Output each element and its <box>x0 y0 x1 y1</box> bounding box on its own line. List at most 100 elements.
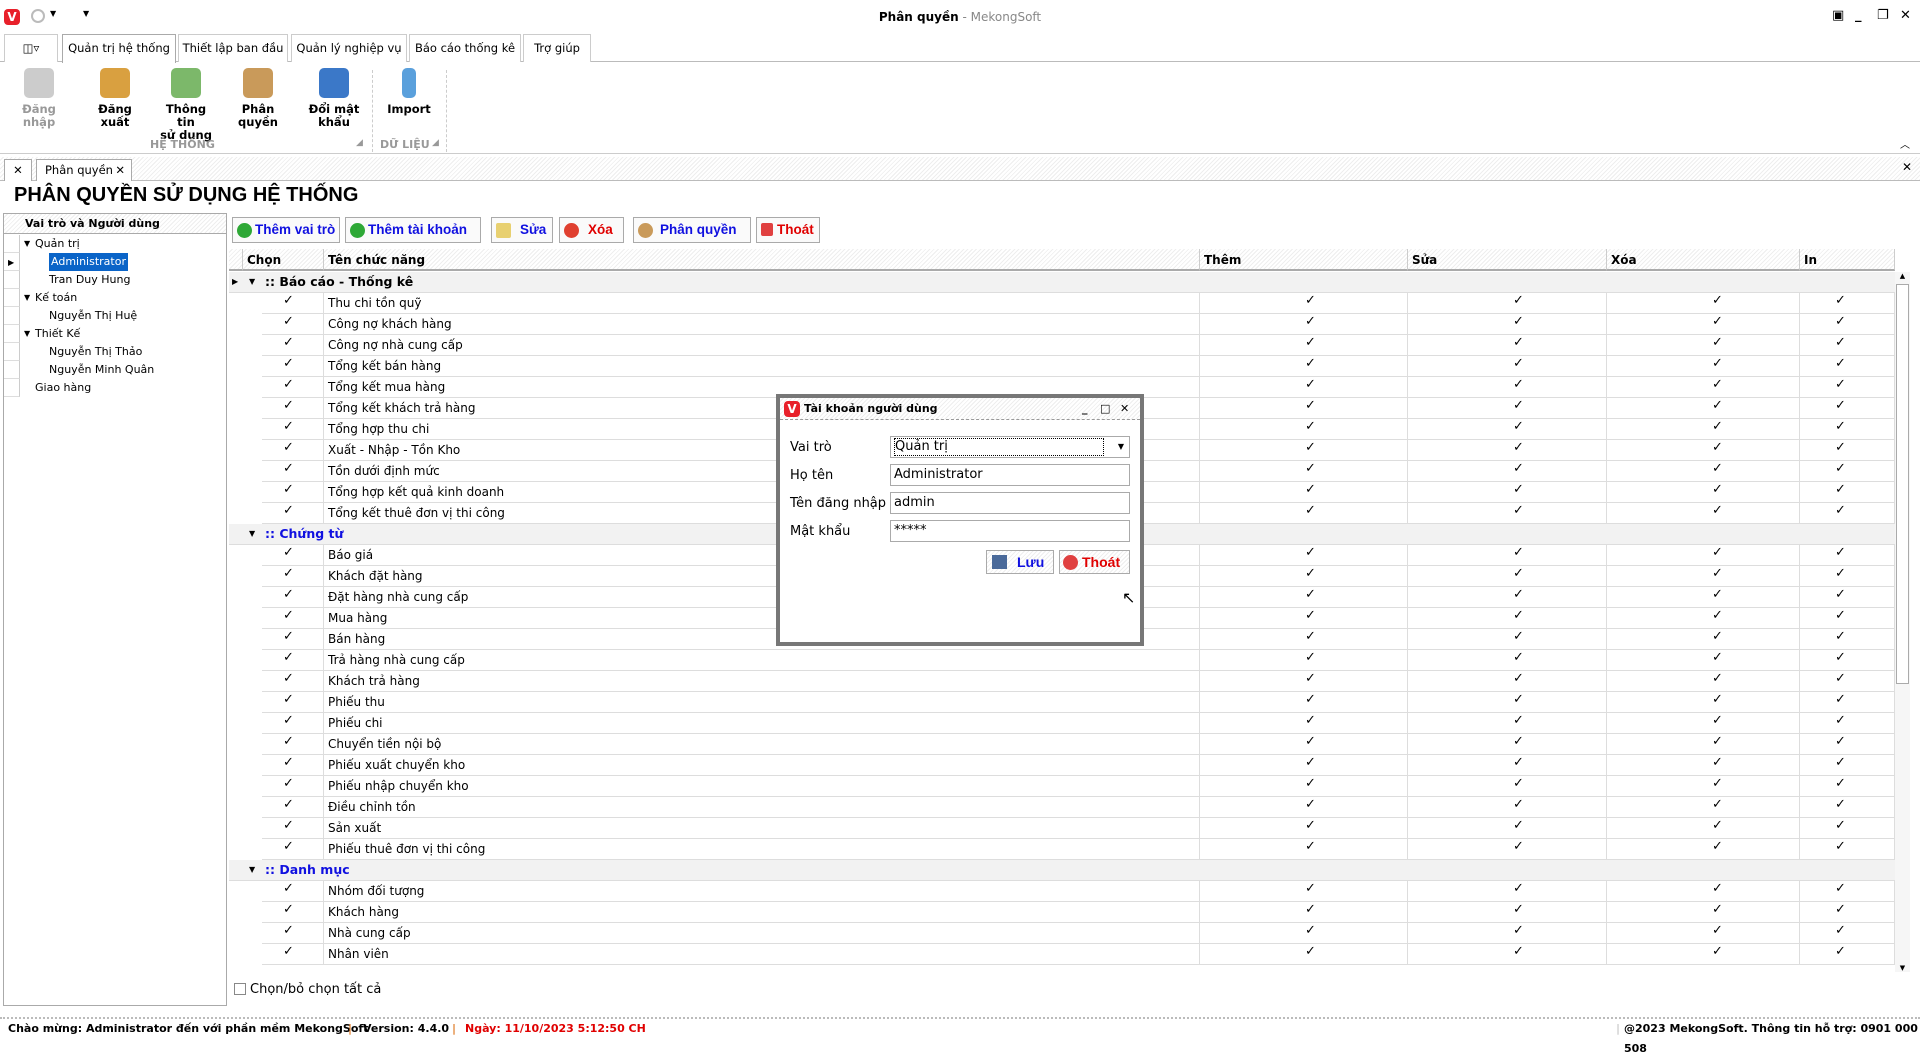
permission-cell[interactable]: ✓ <box>1800 545 1895 565</box>
chon-cell[interactable]: ✓ <box>262 566 324 586</box>
permission-cell[interactable]: ✓ <box>1408 377 1607 397</box>
table-row[interactable]: ✓ Phiếu nhập chuyển kho ✓ ✓ ✓ ✓ <box>262 776 1895 797</box>
checkbox-checked[interactable]: ✓ <box>1304 630 1317 645</box>
checkbox-checked[interactable]: ✓ <box>1304 756 1317 771</box>
permission-cell[interactable]: ✓ <box>1200 335 1408 355</box>
permission-cell[interactable]: ✓ <box>1408 629 1607 649</box>
checkbox-checked[interactable]: ✓ <box>1512 882 1525 897</box>
permission-cell[interactable]: ✓ <box>1800 335 1895 355</box>
table-row[interactable]: ✓ Phiếu thuê đơn vị thi công ✓ ✓ ✓ ✓ <box>262 839 1895 860</box>
checkbox-checked[interactable]: ✓ <box>1512 294 1525 309</box>
permission-cell[interactable]: ✓ <box>1200 608 1408 628</box>
checkbox-checked[interactable]: ✓ <box>1711 882 1724 897</box>
group-expand-icon[interactable]: ◢ <box>432 138 439 148</box>
checkbox-checked[interactable]: ✓ <box>1512 504 1525 519</box>
checkbox-checked[interactable]: ✓ <box>1711 756 1724 771</box>
close-all-icon[interactable]: ✕ <box>4 159 32 181</box>
permission-cell[interactable]: ✓ <box>1408 356 1607 376</box>
chon-cell[interactable]: ✓ <box>262 881 324 901</box>
checkbox-checked[interactable]: ✓ <box>1512 336 1525 351</box>
table-row[interactable]: ✓ Khách trả hàng ✓ ✓ ✓ ✓ <box>262 671 1895 692</box>
checkbox-checked[interactable]: ✓ <box>1834 357 1847 372</box>
checkbox-checked[interactable]: ✓ <box>1304 546 1317 561</box>
chon-cell[interactable]: ✓ <box>262 713 324 733</box>
permission-cell[interactable]: ✓ <box>1200 650 1408 670</box>
permission-cell[interactable]: ✓ <box>1408 923 1607 943</box>
checkbox-checked[interactable]: ✓ <box>1512 924 1525 939</box>
chon-cell[interactable]: ✓ <box>262 650 324 670</box>
permission-cell[interactable]: ✓ <box>1607 692 1800 712</box>
tree-node[interactable]: Giao hàng <box>4 379 226 397</box>
checkbox-checked[interactable]: ✓ <box>282 924 295 939</box>
chon-cell[interactable]: ✓ <box>262 923 324 943</box>
checkbox-checked[interactable]: ✓ <box>1512 630 1525 645</box>
chon-cell[interactable]: ✓ <box>262 608 324 628</box>
checkbox-checked[interactable]: ✓ <box>1834 924 1847 939</box>
close-document-icon[interactable]: ✕ <box>1902 160 1912 174</box>
chon-cell[interactable]: ✓ <box>262 545 324 565</box>
permission-cell[interactable]: ✓ <box>1408 440 1607 460</box>
chon-cell[interactable]: ✓ <box>262 755 324 775</box>
permission-cell[interactable]: ✓ <box>1408 398 1607 418</box>
checkbox-checked[interactable]: ✓ <box>1834 882 1847 897</box>
permission-cell[interactable]: ✓ <box>1607 818 1800 838</box>
checkbox-checked[interactable]: ✓ <box>1512 756 1525 771</box>
collapse-arrow-icon[interactable]: ▼ <box>249 272 255 292</box>
checkbox-checked[interactable]: ✓ <box>1834 651 1847 666</box>
permission-cell[interactable]: ✓ <box>1200 545 1408 565</box>
checkbox-checked[interactable]: ✓ <box>1512 651 1525 666</box>
permission-cell[interactable]: ✓ <box>1408 881 1607 901</box>
checkbox-checked[interactable]: ✓ <box>282 714 295 729</box>
change-password-button[interactable]: Đổi mật khẩu <box>304 68 364 129</box>
tab-quan-tri[interactable]: Quản trị hệ thống <box>62 34 176 63</box>
checkbox-checked[interactable]: ✓ <box>1304 924 1317 939</box>
checkbox-checked[interactable]: ✓ <box>1711 840 1724 855</box>
checkbox-checked[interactable]: ✓ <box>1834 609 1847 624</box>
permission-cell[interactable]: ✓ <box>1408 839 1607 859</box>
tab-quan-ly[interactable]: Quản lý nghiệp vụ <box>291 34 407 62</box>
checkbox-checked[interactable]: ✓ <box>282 504 295 519</box>
permission-cell[interactable]: ✓ <box>1408 293 1607 313</box>
permission-cell[interactable]: ✓ <box>1607 902 1800 922</box>
checkbox-checked[interactable]: ✓ <box>1304 588 1317 603</box>
checkbox-checked[interactable]: ✓ <box>1304 567 1317 582</box>
permission-cell[interactable]: ✓ <box>1607 503 1800 523</box>
checkbox-checked[interactable]: ✓ <box>1711 819 1724 834</box>
collapse-ribbon-icon[interactable]: ︿ <box>1900 136 1910 151</box>
dialog-exit-button[interactable]: Thoát <box>1059 550 1130 574</box>
checkbox-checked[interactable]: ✓ <box>282 378 295 393</box>
checkbox-checked[interactable]: ✓ <box>1304 441 1317 456</box>
checkbox-checked[interactable]: ✓ <box>282 735 295 750</box>
checkbox-checked[interactable]: ✓ <box>1711 441 1724 456</box>
checkbox-checked[interactable]: ✓ <box>1834 315 1847 330</box>
checkbox-checked[interactable]: ✓ <box>1304 378 1317 393</box>
permission-cell[interactable]: ✓ <box>1607 881 1800 901</box>
table-row[interactable]: ✓ Khách hàng ✓ ✓ ✓ ✓ <box>262 902 1895 923</box>
chon-cell[interactable]: ✓ <box>262 461 324 481</box>
checkbox-checked[interactable]: ✓ <box>282 840 295 855</box>
tree-node[interactable]: Nguyễn Thị Huệ <box>4 307 226 325</box>
permission-cell[interactable]: ✓ <box>1408 944 1607 964</box>
chon-cell[interactable]: ✓ <box>262 587 324 607</box>
checkbox-checked[interactable]: ✓ <box>1834 672 1847 687</box>
table-row[interactable]: ✓ Trả hàng nhà cung cấp ✓ ✓ ✓ ✓ <box>262 650 1895 671</box>
permission-cell[interactable]: ✓ <box>1200 293 1408 313</box>
password-field[interactable]: ***** <box>890 520 1130 542</box>
permission-cell[interactable]: ✓ <box>1800 440 1895 460</box>
checkbox-checked[interactable]: ✓ <box>1834 588 1847 603</box>
checkbox-checked[interactable]: ✓ <box>1304 420 1317 435</box>
checkbox-checked[interactable]: ✓ <box>282 630 295 645</box>
checkbox-checked[interactable]: ✓ <box>1711 693 1724 708</box>
checkbox-checked[interactable]: ✓ <box>1834 819 1847 834</box>
checkbox-checked[interactable]: ✓ <box>1512 945 1525 960</box>
checkbox-checked[interactable]: ✓ <box>1711 903 1724 918</box>
checkbox-checked[interactable]: ✓ <box>1304 945 1317 960</box>
table-row[interactable]: ✓ Công nợ nhà cung cấp ✓ ✓ ✓ ✓ <box>262 335 1895 356</box>
checkbox-checked[interactable]: ✓ <box>1304 714 1317 729</box>
checkbox-checked[interactable]: ✓ <box>1512 567 1525 582</box>
permission-cell[interactable]: ✓ <box>1408 482 1607 502</box>
checkbox-checked[interactable]: ✓ <box>1512 672 1525 687</box>
table-row[interactable]: ✓ Chuyển tiền nội bộ ✓ ✓ ✓ ✓ <box>262 734 1895 755</box>
expand-arrow-icon[interactable]: ▼ <box>24 289 30 307</box>
fullscreen-icon[interactable]: ▣ <box>1832 8 1844 23</box>
